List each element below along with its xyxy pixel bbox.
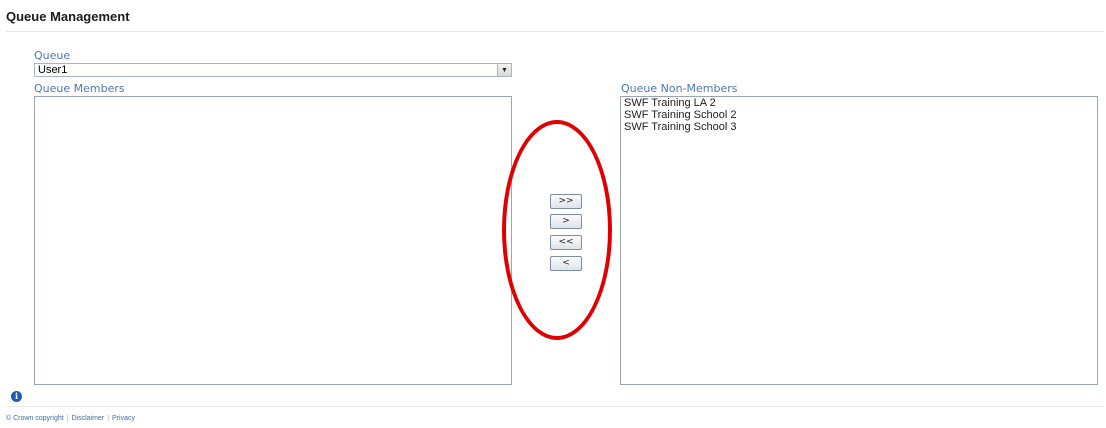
info-icon[interactable]: i <box>11 391 22 402</box>
footer-separator: | <box>66 415 69 422</box>
queue-non-members-label: Queue Non-Members <box>621 82 738 95</box>
queue-non-members-list[interactable]: SWF Training LA 2 SWF Training School 2 … <box>620 96 1098 385</box>
move-all-left-button[interactable]: << <box>550 235 582 250</box>
footer-separator: | <box>107 415 110 422</box>
queue-management-page: Queue Management Queue User1 ▼ Queue Mem… <box>0 0 1106 428</box>
footer-divider <box>6 406 1104 407</box>
list-item[interactable]: SWF Training School 2 <box>621 109 1097 121</box>
move-right-button[interactable]: > <box>550 214 582 229</box>
privacy-link[interactable]: Privacy <box>112 415 135 422</box>
list-item[interactable]: SWF Training School 3 <box>621 121 1097 133</box>
crown-copyright-link[interactable]: © Crown copyright <box>6 415 64 422</box>
title-divider <box>6 31 1104 32</box>
queue-members-label: Queue Members <box>34 82 125 95</box>
queue-members-list[interactable] <box>34 96 512 385</box>
queue-select[interactable]: User1 ▼ <box>34 63 512 77</box>
footer: © Crown copyright | Disclaimer | Privacy <box>6 415 135 422</box>
highlight-ellipse <box>502 120 612 340</box>
move-all-right-button[interactable]: >> <box>550 194 582 209</box>
page-title: Queue Management <box>6 9 130 24</box>
move-left-button[interactable]: < <box>550 256 582 271</box>
disclaimer-link[interactable]: Disclaimer <box>72 415 105 422</box>
queue-label: Queue <box>34 49 71 62</box>
queue-select-value: User1 <box>38 64 68 76</box>
chevron-down-icon[interactable]: ▼ <box>497 64 511 76</box>
list-item[interactable]: SWF Training LA 2 <box>621 97 1097 109</box>
